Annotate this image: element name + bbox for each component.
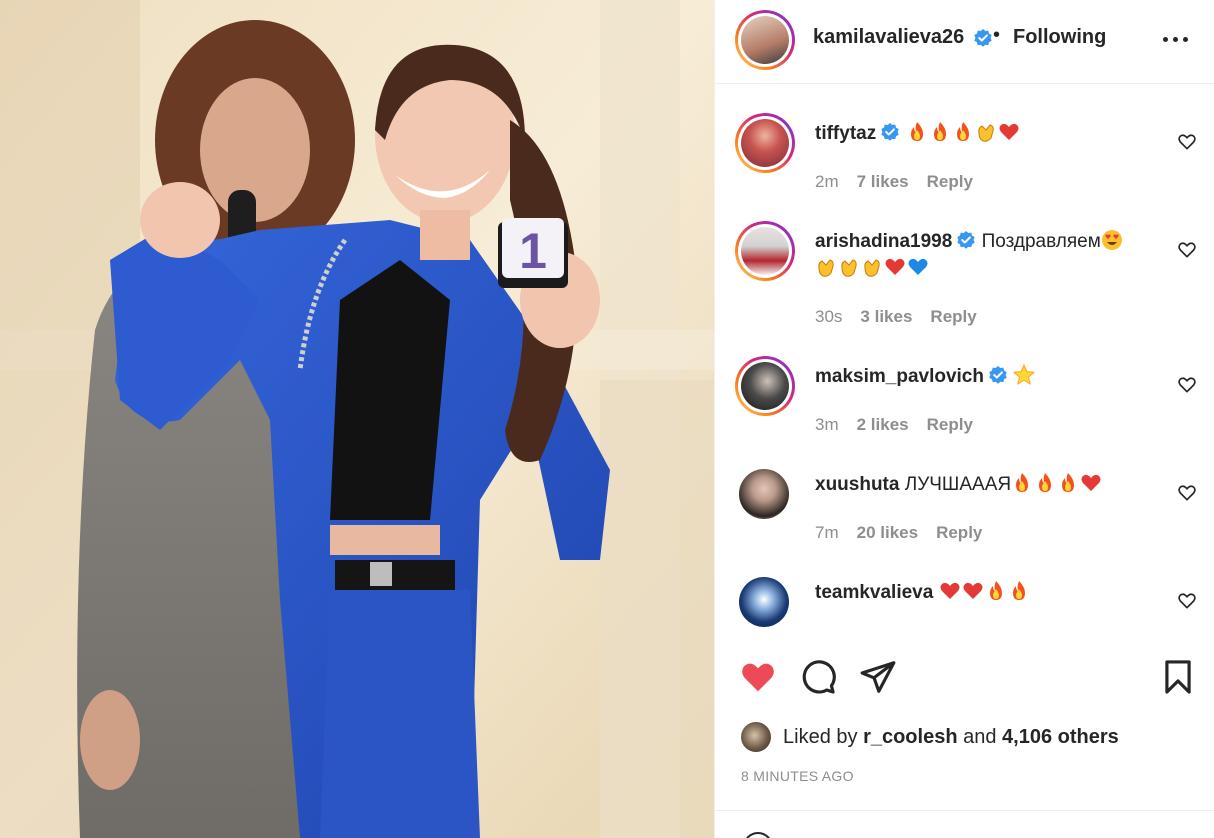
post-header: kamilavalieva26 • Following xyxy=(715,0,1214,84)
post-side-panel: kamilavalieva26 • Following tiffytaz 2m 7… xyxy=(714,0,1214,838)
heart-outline-icon[interactable] xyxy=(1177,483,1197,503)
comments-list[interactable]: tiffytaz 2m 7 likes Reply arishadina1998 П… xyxy=(715,85,1214,630)
comment-time: 30s xyxy=(815,307,843,326)
bookmark-icon[interactable] xyxy=(1159,658,1197,696)
clap-emoji-icon xyxy=(975,121,997,143)
commenter-avatar[interactable] xyxy=(735,356,795,416)
comment-meta: 3m 2 likes Reply xyxy=(815,415,991,435)
red-heart-emoji-icon xyxy=(884,256,906,278)
heart-filled-icon[interactable] xyxy=(739,658,777,696)
more-dots-icon[interactable] xyxy=(1161,30,1191,50)
comment-text: arishadina1998 Поздравляем xyxy=(815,228,1155,282)
fire-emoji-icon xyxy=(952,121,974,143)
post-photo-illustration: 1 xyxy=(0,0,714,838)
post-photo[interactable]: 1 xyxy=(0,0,714,838)
commenter-username[interactable]: xuushuta xyxy=(815,474,899,495)
clap-emoji-icon xyxy=(861,256,883,278)
comment-meta: 30s 3 likes Reply xyxy=(815,307,995,327)
post-timestamp[interactable]: 8 MINUTES AGO xyxy=(741,768,854,784)
commenter-avatar[interactable] xyxy=(739,469,789,519)
comment-text: maksim_pavlovich xyxy=(815,363,1155,390)
verified-badge-icon xyxy=(956,230,976,250)
heart-eyes-emoji-icon xyxy=(1101,229,1123,251)
red-heart-emoji-icon xyxy=(939,580,961,602)
star-emoji-icon xyxy=(1013,363,1036,386)
reply-button[interactable]: Reply xyxy=(936,523,982,542)
comment-body: ЛУЧШАААЯ xyxy=(904,474,1012,495)
red-heart-emoji-icon xyxy=(962,580,984,602)
comment-text: teamkvalieva xyxy=(815,579,1155,606)
emoji-picker-icon[interactable] xyxy=(743,832,773,838)
comment-likes[interactable]: 3 likes xyxy=(860,307,912,326)
divider xyxy=(715,810,1214,811)
comment-likes[interactable]: 2 likes xyxy=(857,415,909,434)
comment-likes[interactable]: 20 likes xyxy=(857,523,918,542)
follow-separator: • xyxy=(993,24,1001,46)
clap-emoji-icon xyxy=(815,256,837,278)
liker-username[interactable]: r_coolesh xyxy=(863,726,957,748)
comment-time: 3m xyxy=(815,415,839,434)
likes-prefix: Liked by xyxy=(783,726,858,748)
likes-text: Liked by r_coolesh and 4,106 others xyxy=(783,726,1119,749)
comment-likes[interactable]: 7 likes xyxy=(857,172,909,191)
paper-plane-icon[interactable] xyxy=(859,658,897,696)
commenter-username[interactable]: maksim_pavlovich xyxy=(815,366,984,387)
red-heart-emoji-icon xyxy=(998,121,1020,143)
comment-body: Поздравляем xyxy=(981,231,1101,252)
photo-card-number: 1 xyxy=(519,223,547,279)
comment-meta: 2m 7 likes Reply xyxy=(815,172,991,192)
verified-badge-icon xyxy=(880,122,900,142)
comment-text: xuushuta ЛУЧШАААЯ xyxy=(815,471,1155,498)
verified-badge-icon xyxy=(973,28,993,48)
reply-button[interactable]: Reply xyxy=(927,172,973,191)
commenter-avatar[interactable] xyxy=(735,113,795,173)
comment-bubble-icon[interactable] xyxy=(799,658,837,696)
heart-outline-icon[interactable] xyxy=(1177,240,1197,260)
fire-emoji-icon xyxy=(1034,472,1056,494)
following-button[interactable]: Following xyxy=(1013,26,1106,49)
post-action-bar xyxy=(715,640,1214,720)
comment-meta: 7m 20 likes Reply xyxy=(815,523,1000,543)
verified-badge-icon xyxy=(988,365,1008,385)
commenter-username[interactable]: tiffytaz xyxy=(815,123,876,144)
clap-emoji-icon xyxy=(838,256,860,278)
likes-others-count[interactable]: 4,106 others xyxy=(1002,726,1119,748)
heart-outline-icon[interactable] xyxy=(1177,132,1197,152)
reply-button[interactable]: Reply xyxy=(927,415,973,434)
author-avatar[interactable] xyxy=(735,10,795,70)
heart-outline-icon[interactable] xyxy=(1177,375,1197,395)
author-username[interactable]: kamilavalieva26 xyxy=(813,26,964,49)
comment-time: 7m xyxy=(815,523,839,542)
blue-heart-emoji-icon xyxy=(907,256,929,278)
red-heart-emoji-icon xyxy=(1080,472,1102,494)
reply-button[interactable]: Reply xyxy=(930,307,976,326)
comment-text: tiffytaz xyxy=(815,120,1155,147)
liker-avatar[interactable] xyxy=(741,722,771,752)
fire-emoji-icon xyxy=(1057,472,1079,494)
comment-time: 2m xyxy=(815,172,839,191)
commenter-username[interactable]: teamkvalieva xyxy=(815,582,933,603)
fire-emoji-icon xyxy=(906,121,928,143)
heart-outline-icon[interactable] xyxy=(1177,591,1197,611)
likes-joiner: and xyxy=(963,726,997,748)
commenter-username[interactable]: arishadina1998 xyxy=(815,231,952,252)
fire-emoji-icon xyxy=(1008,580,1030,602)
fire-emoji-icon xyxy=(929,121,951,143)
commenter-avatar[interactable] xyxy=(739,577,789,627)
commenter-avatar[interactable] xyxy=(735,221,795,281)
fire-emoji-icon xyxy=(985,580,1007,602)
fire-emoji-icon xyxy=(1011,472,1033,494)
